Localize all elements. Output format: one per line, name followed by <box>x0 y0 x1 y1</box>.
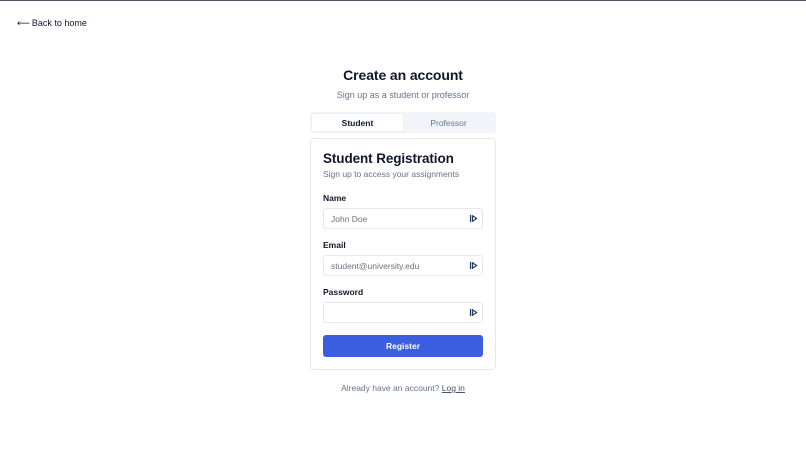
arrow-left-icon: ⟵ <box>17 17 30 28</box>
name-input[interactable] <box>324 209 467 228</box>
page-header: Create an account Sign up as a student o… <box>0 67 806 100</box>
password-field-wrapper <box>323 302 483 323</box>
email-input[interactable] <box>324 256 467 275</box>
registration-card: Student Registration Sign up to access y… <box>310 138 496 370</box>
login-prompt: Already have an account? Log in <box>0 383 806 393</box>
role-tabs: Student Professor <box>310 112 496 133</box>
tab-professor[interactable]: Professor <box>403 114 494 131</box>
card-description: Sign up to access your assignments <box>323 169 460 179</box>
name-field-wrapper <box>323 208 483 229</box>
back-to-home-link[interactable]: ⟵ Back to home <box>17 18 87 28</box>
autofill-key-icon[interactable] <box>467 307 479 319</box>
login-prompt-text: Already have an account? <box>341 383 440 393</box>
tab-student[interactable]: Student <box>312 114 403 131</box>
autofill-key-icon[interactable] <box>467 260 479 272</box>
back-to-home-label: Back to home <box>31 18 87 28</box>
page-subtitle: Sign up as a student or professor <box>336 90 470 100</box>
password-input[interactable] <box>324 303 467 322</box>
email-field-wrapper <box>323 255 483 276</box>
password-label: Password <box>323 287 364 297</box>
card-title: Student Registration <box>323 151 454 166</box>
email-label: Email <box>323 240 346 250</box>
register-button[interactable]: Register <box>323 335 483 357</box>
page-title: Create an account <box>343 67 463 83</box>
name-label: Name <box>323 193 347 203</box>
autofill-key-icon[interactable] <box>467 213 479 225</box>
login-link[interactable]: Log in <box>442 383 465 393</box>
